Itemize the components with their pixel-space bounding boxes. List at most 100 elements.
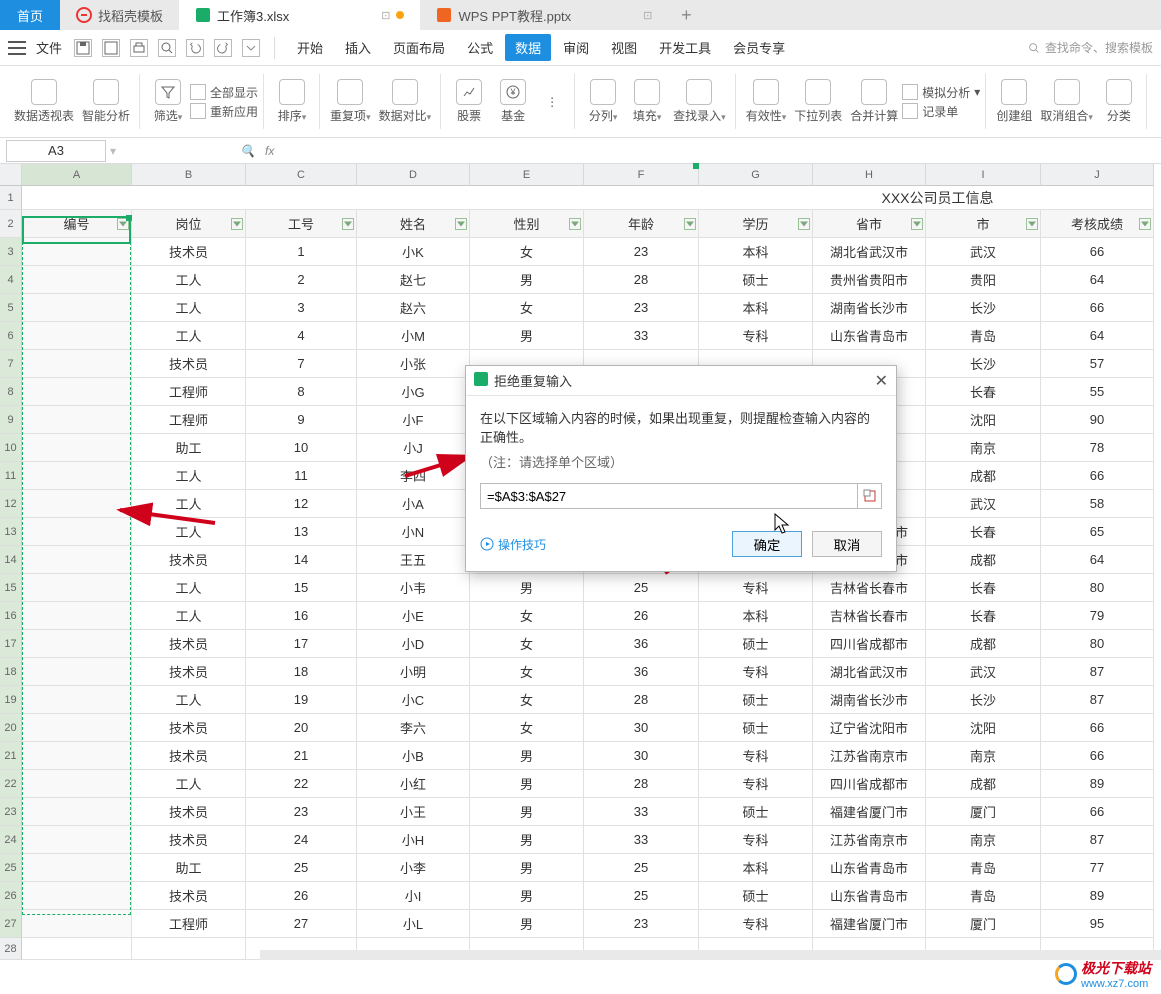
cell[interactable]: 工人 (132, 462, 246, 490)
cell[interactable]: 学历 (699, 210, 813, 238)
cell[interactable]: 小E (357, 602, 470, 630)
app-menu-icon[interactable] (8, 41, 26, 55)
cell[interactable]: 沈阳 (926, 714, 1041, 742)
cell[interactable]: 19 (246, 686, 357, 714)
column-header[interactable]: A (22, 164, 132, 186)
cell[interactable]: 23 (584, 238, 699, 266)
group-button[interactable]: 创建组 (992, 70, 1036, 133)
cell[interactable]: 辽宁省沈阳市 (813, 714, 926, 742)
filter-reapply[interactable]: 重新应用 (190, 103, 258, 120)
cell[interactable]: 四川省成都市 (813, 770, 926, 798)
row-header[interactable]: 16 (0, 602, 22, 630)
range-picker-button[interactable] (858, 483, 882, 509)
cell[interactable]: 男 (470, 266, 584, 294)
cell[interactable]: 技术员 (132, 826, 246, 854)
cell[interactable]: 王五 (357, 546, 470, 574)
cell[interactable]: 贵阳 (926, 266, 1041, 294)
ribbon-tab-1[interactable]: 插入 (335, 34, 381, 61)
cell[interactable]: 女 (470, 602, 584, 630)
cell[interactable]: 吉林省长春市 (813, 602, 926, 630)
cell[interactable]: 山东省青岛市 (813, 322, 926, 350)
cell[interactable] (22, 266, 132, 294)
cell[interactable] (22, 462, 132, 490)
cell[interactable] (22, 742, 132, 770)
cell[interactable]: 成都 (926, 462, 1041, 490)
cell[interactable]: 65 (1041, 518, 1154, 546)
cancel-button[interactable]: 取消 (812, 531, 882, 557)
row-header[interactable]: 2 (0, 210, 22, 238)
cell[interactable]: 小L (357, 910, 470, 938)
dialog-close-button[interactable]: ✕ (875, 371, 888, 391)
tab-templates[interactable]: 找稻壳模板 (60, 0, 179, 30)
cell[interactable]: 吉林省长春市 (813, 574, 926, 602)
column-header[interactable]: D (357, 164, 470, 186)
cell[interactable]: 青岛 (926, 882, 1041, 910)
row-header[interactable]: 11 (0, 462, 22, 490)
cell[interactable]: 77 (1041, 854, 1154, 882)
row-header[interactable]: 9 (0, 406, 22, 434)
cell[interactable]: 贵州省贵阳市 (813, 266, 926, 294)
cell[interactable]: 男 (470, 322, 584, 350)
record-form-button[interactable]: 记录单 (902, 103, 980, 120)
cell[interactable]: 长春 (926, 378, 1041, 406)
cell[interactable]: 成都 (926, 770, 1041, 798)
row-header[interactable]: 10 (0, 434, 22, 462)
cell[interactable]: 66 (1041, 294, 1154, 322)
cell[interactable]: 长春 (926, 574, 1041, 602)
cell[interactable]: 79 (1041, 602, 1154, 630)
cell[interactable]: 湖南省长沙市 (813, 686, 926, 714)
data-types-expand[interactable]: ⋮ (535, 70, 569, 133)
cell[interactable]: 技术员 (132, 546, 246, 574)
row-header[interactable]: 25 (0, 854, 22, 882)
cell[interactable]: 23 (246, 798, 357, 826)
cell[interactable] (22, 434, 132, 462)
cell[interactable]: 技术员 (132, 658, 246, 686)
cell[interactable]: 95 (1041, 910, 1154, 938)
cell[interactable]: 23 (584, 910, 699, 938)
cell[interactable]: 沈阳 (926, 406, 1041, 434)
cell[interactable]: 长沙 (926, 350, 1041, 378)
cell[interactable]: 专科 (699, 826, 813, 854)
cell[interactable]: 技术员 (132, 630, 246, 658)
cell[interactable] (22, 714, 132, 742)
cell[interactable]: 80 (1041, 574, 1154, 602)
text-to-columns-button[interactable]: 分列▾ (581, 70, 625, 133)
row-header[interactable]: 22 (0, 770, 22, 798)
print-button[interactable] (130, 39, 148, 57)
cell[interactable]: 87 (1041, 686, 1154, 714)
cell[interactable]: 工人 (132, 322, 246, 350)
undo-button[interactable] (186, 39, 204, 57)
cell[interactable]: 长春 (926, 518, 1041, 546)
cell[interactable]: 硕士 (699, 630, 813, 658)
cell[interactable]: 小王 (357, 798, 470, 826)
cell[interactable]: 小明 (357, 658, 470, 686)
column-header[interactable]: I (926, 164, 1041, 186)
cell[interactable]: 工人 (132, 266, 246, 294)
filter-button[interactable]: 筛选▾ (146, 70, 190, 133)
cell[interactable]: 男 (470, 910, 584, 938)
cell[interactable] (22, 546, 132, 574)
cell[interactable]: 22 (246, 770, 357, 798)
cell[interactable] (22, 490, 132, 518)
cell[interactable]: 8 (246, 378, 357, 406)
cell[interactable]: 湖北省武汉市 (813, 658, 926, 686)
cell[interactable] (22, 798, 132, 826)
cell[interactable]: 硕士 (699, 798, 813, 826)
cell[interactable]: 女 (470, 238, 584, 266)
row-header[interactable]: 23 (0, 798, 22, 826)
cell[interactable]: 本科 (699, 238, 813, 266)
cell[interactable]: 技术员 (132, 238, 246, 266)
cell[interactable]: 16 (246, 602, 357, 630)
ribbon-tab-7[interactable]: 开发工具 (649, 34, 721, 61)
cell[interactable]: 14 (246, 546, 357, 574)
cell[interactable]: 66 (1041, 714, 1154, 742)
tab-workbook[interactable]: 工作簿3.xlsx ⊡ (179, 0, 420, 30)
cell[interactable]: 长沙 (926, 686, 1041, 714)
cell[interactable]: 工程师 (132, 910, 246, 938)
cell[interactable]: 青岛 (926, 322, 1041, 350)
cell[interactable]: 姓名 (357, 210, 470, 238)
cell[interactable]: 36 (584, 630, 699, 658)
cell[interactable]: 89 (1041, 770, 1154, 798)
cell[interactable]: 25 (246, 854, 357, 882)
cell[interactable]: 36 (584, 658, 699, 686)
